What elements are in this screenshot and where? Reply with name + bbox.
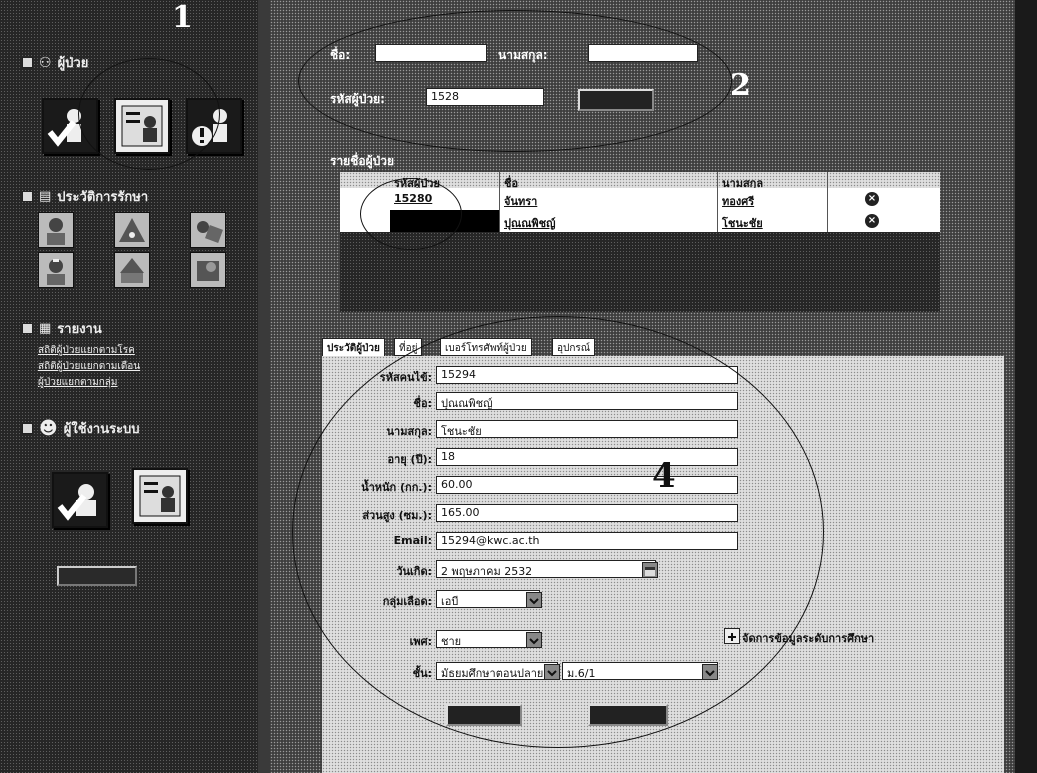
age-label: อายุ (ปี): [387,453,433,466]
collapse-icon[interactable] [22,423,33,434]
patient-list-title: รายชื่อผู้ป่วย [330,154,394,168]
people-icon: ⚇ [39,54,52,71]
report-folder-icon: ▦ [39,321,52,336]
blood-select[interactable]: เอบี [436,590,540,608]
age-field[interactable]: 18 [436,448,738,466]
cell-id[interactable]: 15280 [390,188,500,210]
height-label: ส่วนสูง (ซม.): [362,509,432,522]
annotation-3: 3 [344,186,365,221]
class-label: ชั้น: [412,667,432,680]
last-name-field[interactable]: โชนะชัย [436,420,738,438]
medicine-icon[interactable] [190,212,226,248]
weight-field[interactable]: 60.00 [436,476,738,494]
collapse-icon[interactable] [22,57,33,68]
section-history-title: ประวัติการรักษา [57,190,149,205]
grid-header: รหัสผู้ป่วย ชื่อ นามสกุล [340,172,940,190]
level-select[interactable]: มัธยมศึกษาตอนปลาย [436,662,558,680]
section-report-title: รายงาน [57,322,102,337]
email-label: Email: [393,534,432,547]
delete-icon[interactable]: × [865,192,879,206]
user-list-icon[interactable] [132,468,188,524]
tab-address[interactable]: ที่อยู่ [394,338,423,356]
search-patient-id-input[interactable]: 1528 [426,88,544,106]
main-area: ชื่อ: นามสกุล: รหัสผู้ป่วย: 1528 2 รายชื… [270,0,1015,773]
column-header[interactable]: ชื่อ [500,172,718,190]
annotation-1: 1 [172,0,193,35]
search-button[interactable] [578,89,654,111]
save-button[interactable] [446,704,522,726]
blood-label: กลุ่มเลือด: [382,595,432,608]
section-patients-title: ผู้ป่วย [57,56,89,71]
logout-button[interactable] [57,566,137,586]
column-header[interactable]: นามสกุล [718,172,828,190]
tab-equipment[interactable]: อุปกรณ์ [552,338,596,356]
report-link[interactable]: สถิติผู้ป่วยแยกตามโรค [38,343,135,358]
cell-last[interactable]: ทองศรี [718,188,828,210]
dob-field[interactable]: 2 พฤษภาคม 2532 [436,560,656,578]
edu-link[interactable]: จัดการข้อมูลระดับการศึกษา [742,629,874,647]
patient-id-label: รหัสผู้ป่วย: [330,92,385,106]
cell-last[interactable]: โชนะชัย [718,210,828,232]
cell-id[interactable] [390,210,500,232]
email-field[interactable]: 15294@kwc.ac.th [436,532,738,550]
collapse-icon[interactable] [22,323,33,334]
sex-label: เพศ: [409,635,432,648]
last-name-label: นามสกุล: [386,425,432,438]
section-users-header[interactable]: ☻ ผู้ใช้งานระบบ [22,418,140,439]
section-users-title: ผู้ใช้งานระบบ [63,422,140,437]
vertical-scrollbar[interactable] [1015,0,1037,773]
chevron-down-icon[interactable] [526,632,542,648]
patient-info-icon[interactable] [186,98,242,154]
cell-first[interactable]: จันทรา [500,188,718,210]
search-surname-input[interactable] [588,44,698,62]
surname-label: นามสกุล: [498,48,548,62]
table-row[interactable]: 15280 จันทรา ทองศรี × [340,188,940,210]
name-label: ชื่อ: [330,48,351,62]
report-link[interactable]: ผู้ป่วยแยกตามกลุ่ม [38,375,118,390]
search-name-input[interactable] [375,44,487,62]
user-head-icon: ☻ [39,418,58,439]
section-report-header[interactable]: ▦ รายงาน [22,318,102,339]
annotation-2: 2 [730,68,751,103]
first-name-field[interactable]: ปุณณพิชญ์ [436,392,738,410]
chevron-down-icon[interactable] [526,592,542,608]
column-header[interactable]: รหัสผู้ป่วย [390,172,500,190]
height-field[interactable]: 165.00 [436,504,738,522]
cell-first[interactable]: ปุณณพิชญ์ [500,210,718,232]
doctor-icon[interactable] [38,212,74,248]
report-link[interactable]: สถิติผู้ป่วยแยกตามเดือน [38,359,140,374]
folder-icon: ▤ [39,189,52,204]
code-label: รหัสคนไข้: [379,371,432,384]
patient-form: รหัสคนไข้: 15294 ชื่อ: ปุณณพิชญ์ นามสกุล… [292,316,1004,773]
first-name-label: ชื่อ: [413,397,432,410]
collapse-icon[interactable] [22,191,33,202]
report-icon[interactable] [190,252,226,288]
weight-label: น้ำหนัก (กก.): [361,481,432,494]
dob-label: วันเกิด: [396,565,432,578]
add-user-icon[interactable] [52,472,108,528]
warning-triangle-icon[interactable] [114,212,150,248]
tab-patient-history[interactable]: ประวัติผู้ป่วย [322,338,385,358]
edit-patient-icon[interactable] [114,98,170,154]
annotation-ellipse-2 [298,10,732,152]
section-patients-header[interactable]: ⚇ ผู้ป่วย [22,52,88,73]
section-history-header[interactable]: ▤ ประวัติการรักษา [22,186,148,207]
expand-icon[interactable] [724,628,740,644]
annotation-4: 4 [652,456,676,496]
delete-icon[interactable]: × [865,214,879,228]
alert-icon[interactable] [114,252,150,288]
sidebar: ⚇ ผู้ป่วย ▤ ประวัติการรักษา ▦ รายงาน สถิ… [0,0,258,773]
cancel-button[interactable] [588,704,668,726]
patient-grid: รหัสผู้ป่วย ชื่อ นามสกุล 15280 จันทรา ทอ… [340,172,940,312]
table-row[interactable]: ปุณณพิชญ์ โชนะชัย × [340,210,940,232]
code-field[interactable]: 15294 [436,366,738,384]
calendar-icon[interactable] [642,562,658,578]
add-patient-icon[interactable] [42,98,98,154]
nurse-icon[interactable] [38,252,74,288]
chevron-down-icon[interactable] [702,664,718,680]
chevron-down-icon[interactable] [544,664,560,680]
tab-phone[interactable]: เบอร์โทรศัพท์ผู้ป่วย [440,338,532,356]
sex-select[interactable]: ชาย [436,630,540,648]
room-select[interactable]: ม.6/1 [562,662,718,680]
